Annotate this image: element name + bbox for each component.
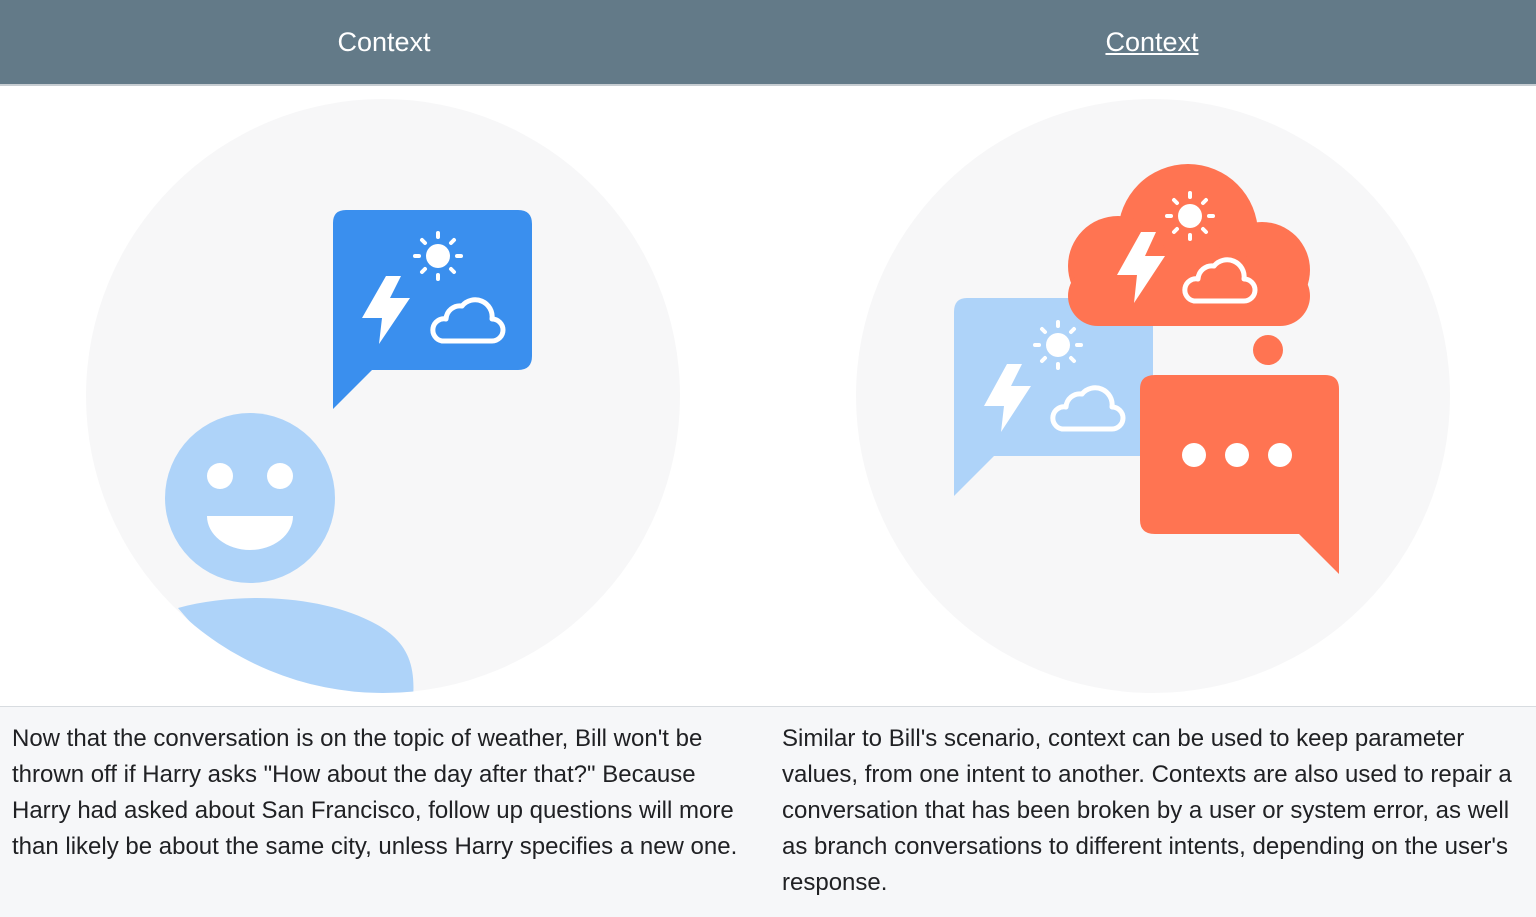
illustration-row — [0, 86, 1536, 706]
description-row: Now that the conversation is on the topi… — [0, 706, 1536, 917]
left-illustration — [86, 99, 680, 693]
description-right: Similar to Bill's scenario, context can … — [782, 725, 1512, 896]
smiley-user-icon — [165, 413, 335, 583]
left-circle-background — [86, 99, 680, 693]
column-heading-right-link[interactable]: Context — [768, 0, 1536, 84]
thought-dot — [1253, 335, 1283, 365]
right-illustration — [856, 99, 1450, 693]
description-left: Now that the conversation is on the topi… — [12, 725, 738, 860]
column-heading-left: Context — [337, 26, 431, 57]
table-header-row: Context Context — [0, 0, 1536, 86]
